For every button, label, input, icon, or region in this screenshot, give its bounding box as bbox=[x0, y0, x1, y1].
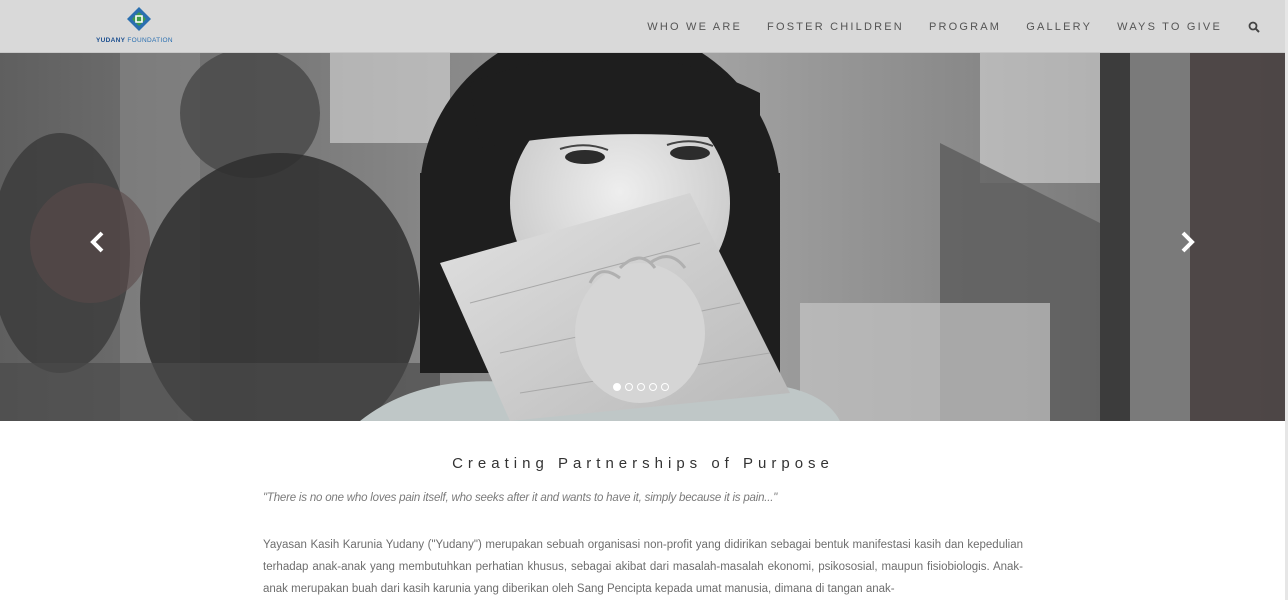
nav-item-program[interactable]: PROGRAM bbox=[929, 21, 1001, 33]
hero-photo bbox=[0, 53, 1288, 421]
intro-section: Creating Partnerships of Purpose "There … bbox=[263, 421, 1023, 600]
slider-dot-5[interactable] bbox=[661, 383, 669, 391]
nav-item-gallery[interactable]: GALLERY bbox=[1026, 21, 1092, 33]
section-title: Creating Partnerships of Purpose bbox=[452, 455, 834, 472]
logo[interactable]: YUDANY FOUNDATION bbox=[96, 6, 186, 46]
logo-mark-icon bbox=[127, 7, 151, 31]
logo-wordmark: YUDANY FOUNDATION bbox=[96, 37, 173, 44]
slider-dot-1[interactable] bbox=[613, 383, 621, 391]
hero-slider bbox=[0, 53, 1288, 421]
main-nav: WHO WE ARE FOSTER CHILDREN PROGRAM GALLE… bbox=[622, 0, 1260, 53]
chevron-left-icon[interactable] bbox=[86, 229, 110, 255]
section-quote: "There is no one who loves pain itself, … bbox=[263, 492, 778, 504]
nav-item-ways-to-give[interactable]: WAYS TO GIVE bbox=[1117, 21, 1222, 33]
slider-dot-2[interactable] bbox=[625, 383, 633, 391]
site-header: YUDANY FOUNDATION WHO WE ARE FOSTER CHIL… bbox=[0, 0, 1288, 53]
slider-dot-4[interactable] bbox=[649, 383, 657, 391]
nav-item-who-we-are[interactable]: WHO WE ARE bbox=[647, 21, 742, 33]
slider-pagination bbox=[613, 383, 673, 391]
chevron-right-icon[interactable] bbox=[1175, 229, 1199, 255]
nav-item-foster-children[interactable]: FOSTER CHILDREN bbox=[767, 21, 904, 33]
search-icon[interactable] bbox=[1248, 21, 1260, 33]
section-body: Yayasan Kasih Karunia Yudany ("Yudany") … bbox=[263, 539, 1023, 595]
slider-dot-3[interactable] bbox=[637, 383, 645, 391]
